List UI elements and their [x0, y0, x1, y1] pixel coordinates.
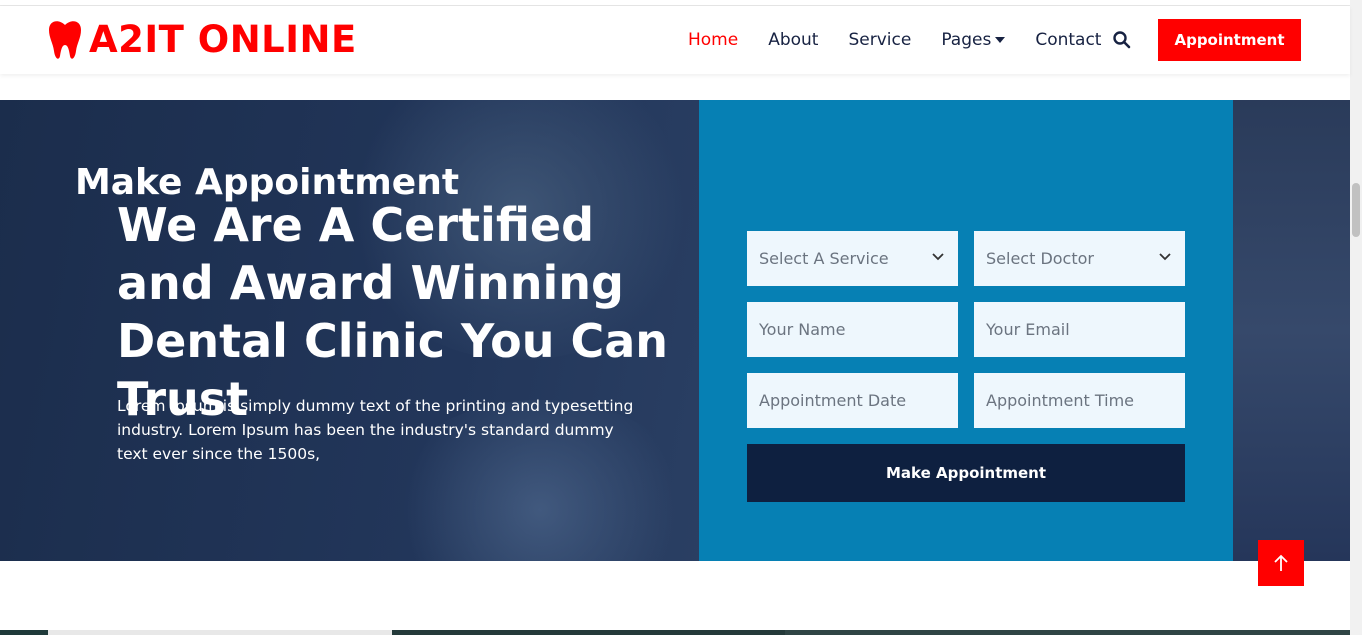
back-to-top-button[interactable]	[1258, 540, 1304, 586]
page-scrollbar[interactable]	[1350, 0, 1362, 635]
time-placeholder: Appointment Time	[986, 391, 1134, 410]
service-select-value: Select A Service	[759, 249, 889, 268]
next-section-image-3	[785, 630, 1350, 635]
chevron-down-icon	[932, 253, 944, 261]
service-select[interactable]: Select A Service	[747, 231, 958, 286]
scrollbar-thumb[interactable]	[1352, 183, 1360, 237]
name-placeholder: Your Name	[759, 320, 846, 339]
doctor-select-value: Select Doctor	[986, 249, 1094, 268]
make-appointment-button[interactable]: Make Appointment	[747, 444, 1185, 502]
email-placeholder: Your Email	[986, 320, 1070, 339]
brand-name: A2IT ONLINE	[89, 18, 357, 61]
arrow-up-icon	[1274, 554, 1288, 571]
hero-description: Lorem Ipsum is simply dummy text of the …	[117, 397, 634, 463]
next-section-image-1	[48, 630, 392, 635]
doctor-select[interactable]: Select Doctor	[974, 231, 1185, 286]
nav-about[interactable]: About	[768, 30, 818, 50]
nav-service[interactable]: Service	[848, 30, 911, 50]
nav-pages-label: Pages	[941, 30, 992, 50]
nav-home[interactable]: Home	[688, 30, 738, 50]
logo[interactable]: A2IT ONLINE	[47, 18, 357, 62]
hero-background-edge	[1230, 100, 1350, 561]
navbar: A2IT ONLINE Home About Service Pages Con…	[0, 6, 1350, 74]
nav-pages[interactable]: Pages	[941, 30, 1006, 50]
chevron-down-icon	[1159, 253, 1171, 261]
date-input[interactable]: Appointment Date	[747, 373, 958, 428]
name-input[interactable]: Your Name	[747, 302, 958, 357]
appointment-button[interactable]: Appointment	[1158, 19, 1301, 61]
time-input[interactable]: Appointment Time	[974, 373, 1185, 428]
date-placeholder: Appointment Date	[759, 391, 907, 410]
next-section-image-2	[392, 630, 785, 635]
main-nav: Home About Service Pages Contact	[688, 6, 1131, 74]
appointment-title: Make Appointment	[74, 162, 460, 203]
email-input[interactable]: Your Email	[974, 302, 1185, 357]
nav-contact[interactable]: Contact	[1035, 30, 1101, 50]
caret-down-icon	[995, 37, 1006, 43]
next-section-edge	[0, 630, 1350, 635]
search-icon[interactable]	[1112, 30, 1132, 50]
tooth-icon	[49, 21, 81, 59]
